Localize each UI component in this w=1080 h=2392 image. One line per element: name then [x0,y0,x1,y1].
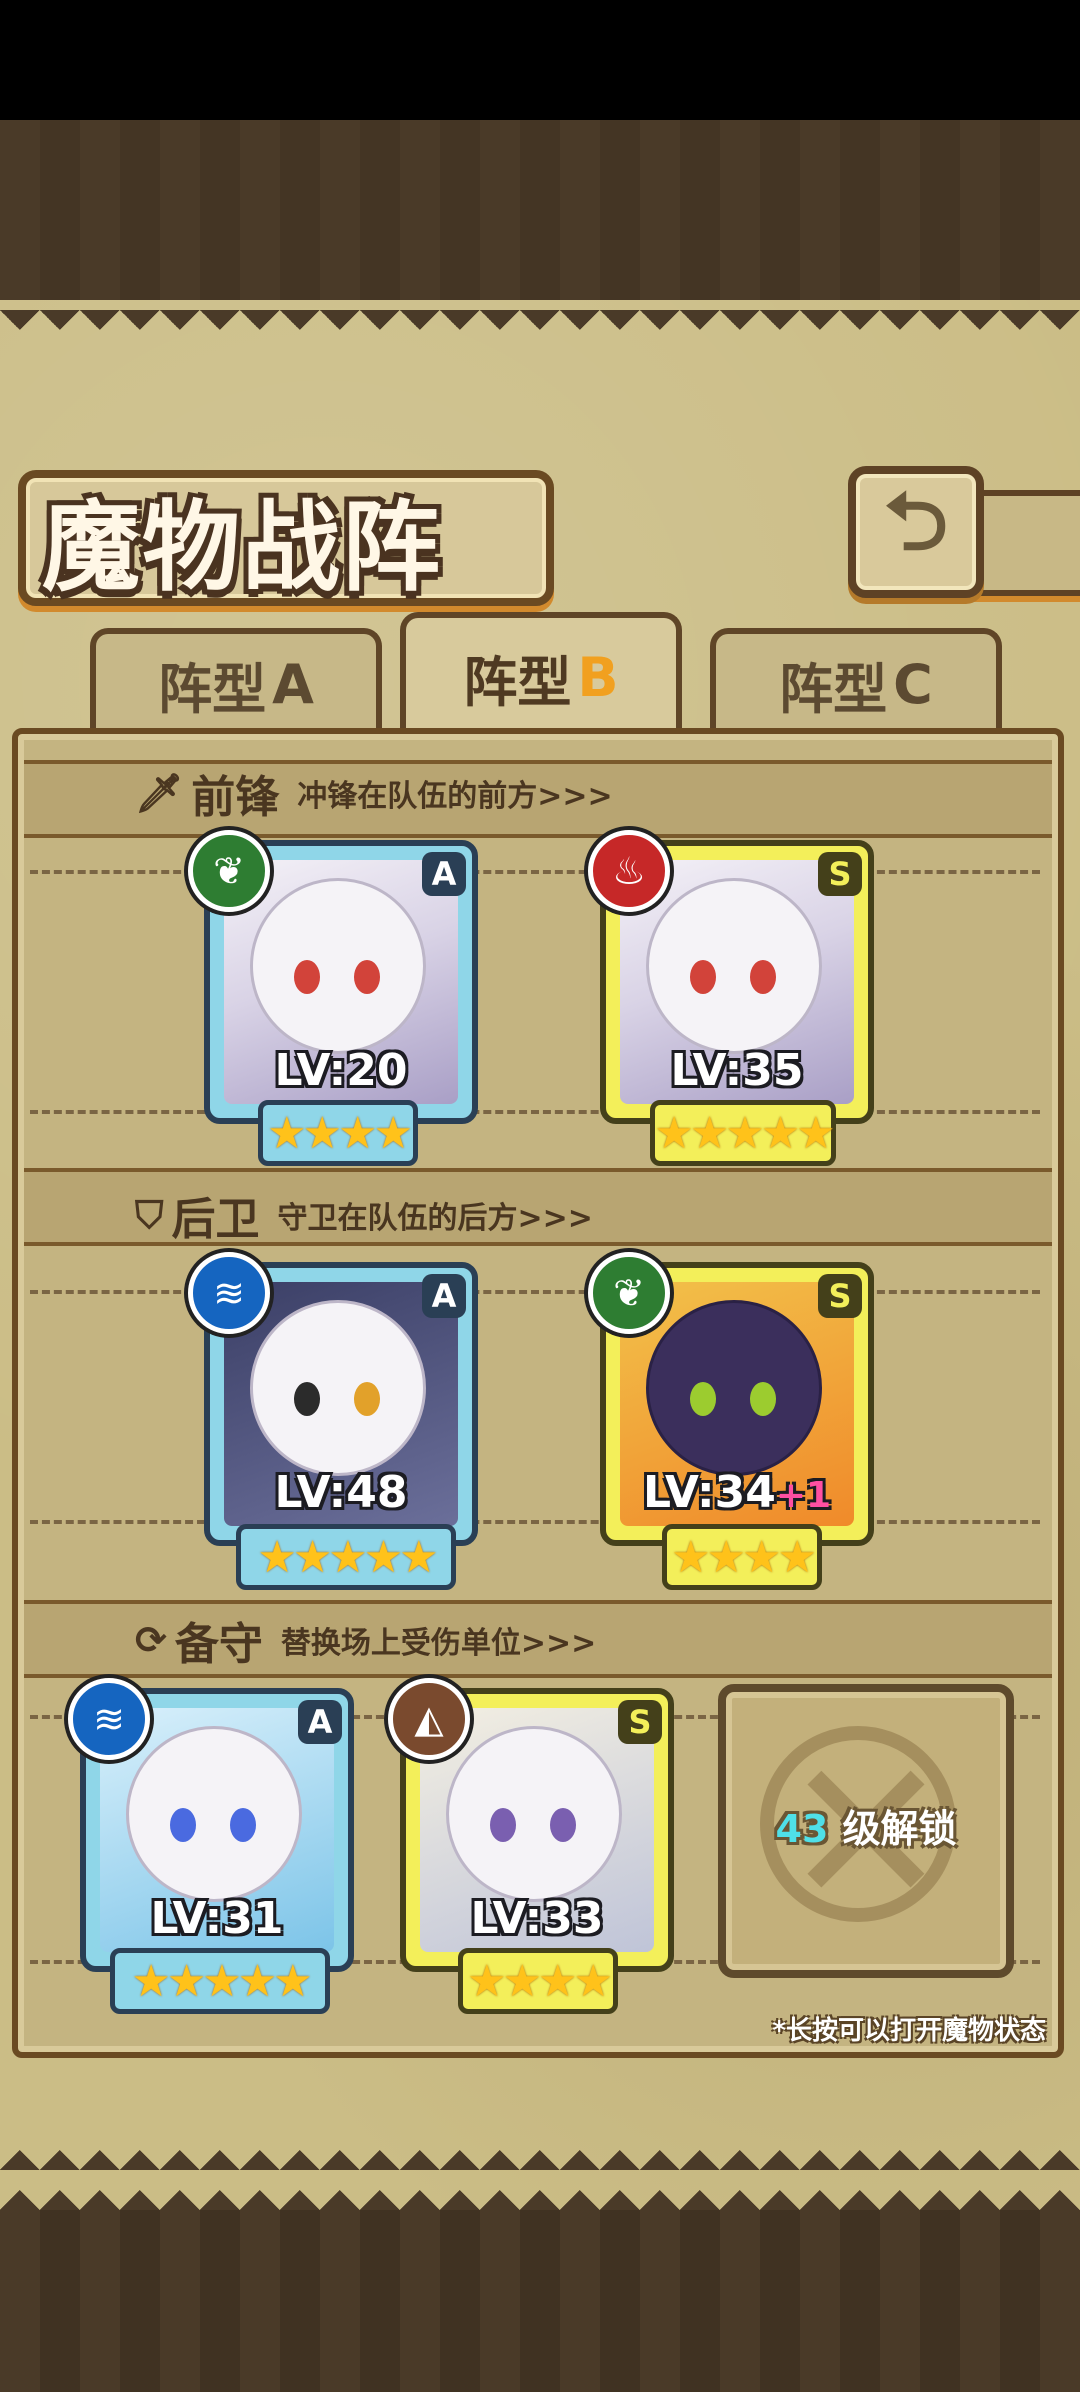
back-arrow-icon: ⮌ [883,475,949,568]
star-rating: ★★★★ [258,1100,418,1166]
leaf-element-icon: ❦ [188,830,270,912]
water-element-icon: ≋ [68,1678,150,1760]
rank-badge: A [422,852,466,896]
tab-formation-c[interactable]: 阵型 C [710,628,1002,734]
wood-background-bottom [0,2210,1080,2392]
leaf-element-icon: ❦ [588,1252,670,1334]
back-button[interactable]: ⮌ [848,466,984,598]
rank-badge: A [422,1274,466,1318]
earth-element-icon: ◭ [388,1678,470,1760]
unit-level: LV:20 [274,1045,408,1096]
section-title: 备守 [174,1619,263,1670]
star-rating: ★★★★ [458,1948,618,2014]
level-value: LV:34 [642,1467,776,1518]
tab-formation-b[interactable]: 阵型 B [400,612,682,736]
section-desc: 替换场上受伤单位>>> [280,1626,597,1661]
divider [30,1520,1040,1524]
tab-suffix: B [577,645,619,709]
unit-level: LV:33 [470,1893,604,1944]
unit-level: LV:48 [274,1467,408,1518]
section-label-rear: ⛉ 后卫 守卫在队伍的后方>>> [135,1185,593,1246]
sword-icon: 🗡 [135,770,184,815]
section-desc: 冲锋在队伍的前方>>> [297,779,613,814]
star-rating: ★★★★★ [650,1100,836,1166]
level-bonus: +1 [775,1475,832,1516]
unlock-text: 级解锁 [842,1807,957,1851]
section-label-front: 🗡 前锋 冲锋在队伍的前方>>> [135,763,613,824]
unlock-level: 43 [775,1807,829,1851]
section-label-reserve: ⟳ 备守 替换场上受伤单位>>> [135,1610,596,1670]
tab-formation-a[interactable]: 阵型 A [90,628,382,734]
rank-badge: S [618,1700,662,1744]
section-title: 前锋 [191,772,280,823]
tab-label: 阵型 [158,657,267,721]
star-rating: ★★★★★ [236,1524,456,1590]
divider [30,1110,1040,1114]
wood-background-top [0,120,1080,310]
status-bar [0,0,1080,120]
unit-level: LV:34+1 [606,1467,868,1518]
hint-text: *长按可以打开魔物状态 [772,2016,1046,2046]
rank-badge: S [818,1274,862,1318]
torn-edge-bottom [0,2130,1080,2210]
rank-badge: S [818,852,862,896]
divider [30,870,1040,874]
unit-level: LV:31 [150,1893,284,1944]
fire-element-icon: ♨ [588,830,670,912]
swap-icon: ⟳ [135,1618,167,1662]
star-rating: ★★★★★ [110,1948,330,2014]
star-rating: ★★★★ [662,1524,822,1590]
section-desc: 守卫在队伍的后方>>> [277,1201,593,1236]
unlock-requirement: 43 级解锁 [726,1798,1006,1853]
unit-level: LV:35 [670,1045,804,1096]
section-title: 后卫 [171,1194,260,1245]
torn-edge-top [0,310,1080,350]
rank-badge: A [298,1700,342,1744]
tab-label: 阵型 [463,650,572,714]
page-title: 魔物战阵 [42,491,443,605]
divider [30,1290,1040,1294]
tab-label: 阵型 [779,657,888,721]
tab-suffix: A [272,652,314,716]
shield-icon: ⛉ [135,1192,164,1237]
locked-slot[interactable]: ✕ 43 级解锁 [718,1684,1014,1978]
tab-suffix: C [893,652,933,716]
water-element-icon: ≋ [188,1252,270,1334]
